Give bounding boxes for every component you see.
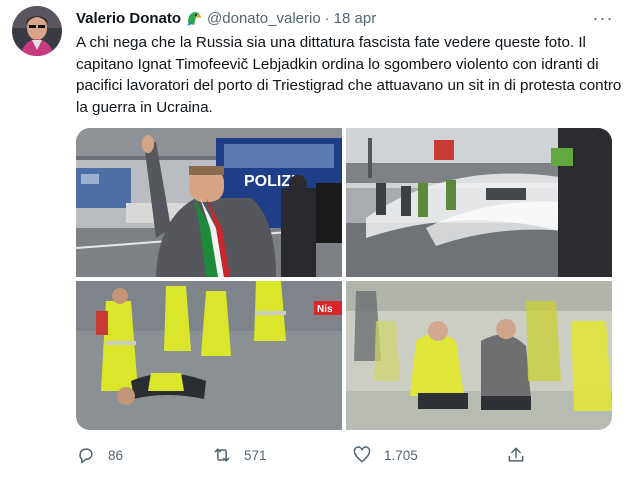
media-grid[interactable]: POLIZI Nis bbox=[76, 128, 612, 430]
retweet-button[interactable]: 571 bbox=[212, 440, 267, 470]
avatar[interactable] bbox=[12, 6, 62, 56]
photo-4[interactable] bbox=[346, 281, 612, 430]
tweet-actions: 86 571 1.705 bbox=[0, 440, 640, 470]
like-icon bbox=[353, 446, 371, 463]
reply-count: 86 bbox=[108, 447, 124, 463]
tweet-date[interactable]: 18 apr bbox=[334, 10, 377, 27]
like-count: 1.705 bbox=[384, 447, 418, 463]
photo-4-image bbox=[346, 281, 612, 430]
like-button[interactable]: 1.705 bbox=[352, 440, 418, 470]
news-logo: Nis bbox=[317, 304, 333, 315]
photo-2-image bbox=[346, 128, 612, 277]
reply-icon bbox=[79, 448, 93, 464]
more-icon[interactable]: ··· bbox=[592, 8, 614, 28]
tweet-card[interactable]: Valerio Donato @donato_valerio · 18 apr … bbox=[0, 0, 640, 477]
author-name[interactable]: Valerio Donato bbox=[76, 10, 181, 27]
share-icon bbox=[508, 447, 524, 462]
photo-1[interactable]: POLIZI bbox=[76, 128, 342, 277]
photo-3[interactable]: Nis bbox=[76, 281, 342, 430]
tweet-header: Valerio Donato @donato_valerio · 18 apr bbox=[76, 8, 376, 28]
parrot-emoji-icon bbox=[185, 9, 203, 27]
photo-3-image: Nis bbox=[76, 281, 342, 430]
photo-1-image: POLIZI bbox=[76, 128, 342, 277]
retweet-icon bbox=[214, 448, 230, 462]
tweet-text: A chi nega che la Russia sia una dittatu… bbox=[76, 34, 622, 116]
separator-dot: · bbox=[324, 9, 330, 27]
retweet-count: 571 bbox=[244, 447, 267, 463]
photo-2[interactable] bbox=[346, 128, 612, 277]
avatar-image bbox=[12, 6, 62, 56]
van-label: POLIZI bbox=[244, 173, 296, 190]
share-button[interactable] bbox=[506, 440, 526, 470]
author-handle[interactable]: @donato_valerio bbox=[207, 10, 321, 27]
reply-button[interactable]: 86 bbox=[76, 440, 123, 470]
